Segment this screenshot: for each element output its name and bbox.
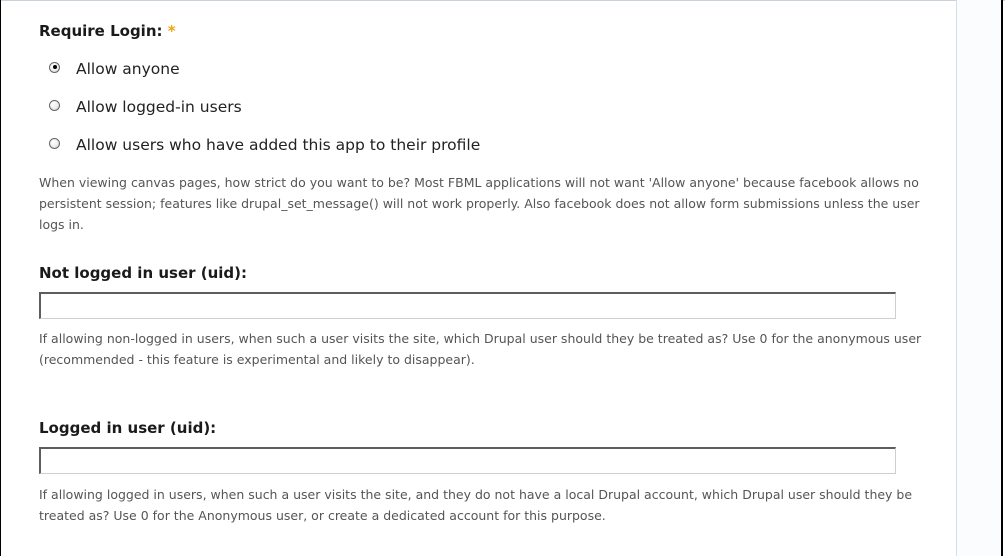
radio-allow-added-app[interactable]: Allow users who have added this app to t… bbox=[49, 135, 480, 155]
radio-allow-anyone[interactable]: Allow anyone bbox=[49, 59, 180, 79]
top-border bbox=[0, 0, 1005, 1]
radio-label-allow-anyone[interactable]: Allow anyone bbox=[76, 60, 180, 78]
right-border bbox=[1001, 0, 1003, 556]
radio-checked-icon[interactable] bbox=[49, 61, 60, 73]
radio-label-allow-added-app[interactable]: Allow users who have added this app to t… bbox=[76, 136, 480, 154]
not-logged-in-uid-label: Not logged in user (uid): bbox=[39, 264, 248, 282]
radio-allow-logged-in[interactable]: Allow logged-in users bbox=[49, 97, 242, 117]
radio-label-allow-logged-in[interactable]: Allow logged-in users bbox=[76, 98, 242, 116]
left-border bbox=[0, 0, 1, 556]
right-divider bbox=[956, 0, 957, 556]
required-marker: * bbox=[167, 22, 176, 40]
logged-in-uid-description: If allowing logged in users, when such a… bbox=[39, 487, 913, 523]
not-logged-in-uid-description: If allowing non-logged in users, when su… bbox=[39, 331, 922, 367]
radio-unchecked-icon[interactable] bbox=[49, 137, 60, 149]
not-logged-in-uid-input[interactable] bbox=[39, 292, 896, 319]
logged-in-uid-input[interactable] bbox=[39, 447, 896, 474]
right-side-panel bbox=[957, 0, 1001, 556]
require-login-label: Require Login: * bbox=[39, 22, 176, 40]
radio-unchecked-icon[interactable] bbox=[49, 99, 60, 111]
require-login-description: When viewing canvas pages, how strict do… bbox=[39, 175, 920, 232]
logged-in-uid-label: Logged in user (uid): bbox=[39, 419, 217, 437]
require-login-label-text: Require Login: bbox=[39, 22, 163, 40]
